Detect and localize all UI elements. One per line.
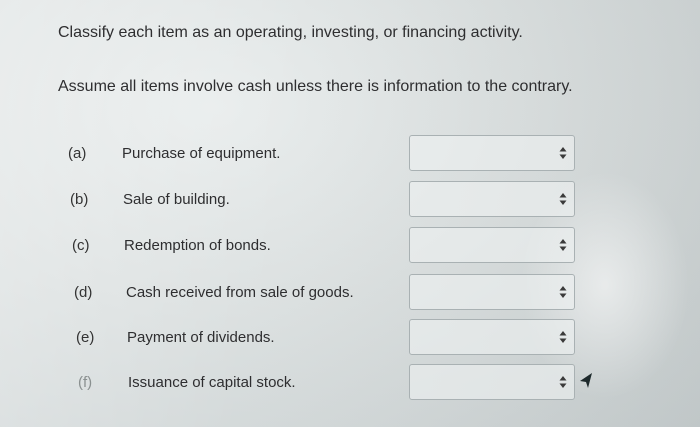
item-row-f: (f) Issuance of capital stock.	[0, 363, 700, 403]
item-description: Sale of building.	[123, 191, 230, 208]
item-row-e: (e) Payment of dividends.	[0, 318, 700, 358]
activity-select-c[interactable]	[409, 227, 575, 263]
activity-select-a[interactable]	[409, 135, 575, 171]
item-letter: (e)	[76, 329, 95, 346]
activity-select-b[interactable]	[409, 181, 575, 217]
activity-select-f[interactable]	[409, 364, 575, 400]
up-down-arrows-icon	[559, 239, 567, 251]
item-description: Redemption of bonds.	[124, 237, 271, 254]
item-description: Cash received from sale of goods.	[126, 284, 354, 301]
instruction-assume-cash: Assume all items involve cash unless the…	[58, 78, 573, 95]
item-row-a: (a) Purchase of equipment.	[0, 134, 700, 174]
item-letter: (a)	[68, 145, 87, 162]
up-down-arrows-icon	[559, 286, 567, 298]
item-letter: (f)	[78, 374, 93, 391]
item-row-d: (d) Cash received from sale of goods.	[0, 273, 700, 313]
item-description: Purchase of equipment.	[122, 145, 281, 162]
up-down-arrows-icon	[559, 193, 567, 205]
activity-select-e[interactable]	[409, 319, 575, 355]
item-letter: (b)	[70, 191, 89, 208]
item-row-c: (c) Redemption of bonds.	[0, 226, 700, 266]
up-down-arrows-icon	[559, 376, 567, 388]
up-down-arrows-icon	[559, 331, 567, 343]
item-letter: (d)	[74, 284, 93, 301]
item-row-b: (b) Sale of building.	[0, 180, 700, 220]
instruction-classify: Classify each item as an operating, inve…	[58, 24, 523, 41]
mouse-pointer-icon	[580, 373, 592, 388]
item-description: Issuance of capital stock.	[128, 374, 296, 391]
item-letter: (c)	[72, 237, 90, 254]
activity-select-d[interactable]	[409, 274, 575, 310]
up-down-arrows-icon	[559, 147, 567, 159]
item-description: Payment of dividends.	[127, 329, 275, 346]
